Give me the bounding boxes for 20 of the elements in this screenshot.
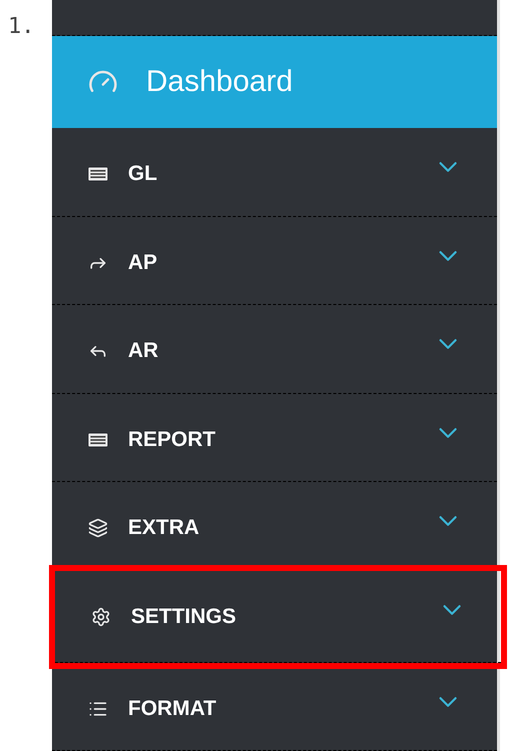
sidebar-item[interactable]: FORMAT <box>52 662 497 751</box>
item-label: AR <box>128 339 158 364</box>
item-label: Dashboard <box>146 70 293 94</box>
sidebar-item[interactable]: SETTINGS <box>55 570 501 663</box>
item-label: REPORT <box>128 428 216 452</box>
settings-icon <box>91 606 111 627</box>
sidebar-item[interactable]: AR <box>52 305 497 394</box>
layers-icon <box>88 518 108 538</box>
item-label: SETTINGS <box>131 604 236 629</box>
item-label: FORMAT <box>128 696 216 721</box>
item-label: GL <box>128 162 158 186</box>
item-label: AP <box>128 250 158 275</box>
list-card-icon <box>88 167 108 182</box>
item-label: EXTRA <box>128 516 200 540</box>
sidebar-item[interactable]: GL <box>52 128 497 217</box>
sidebar-item[interactable]: EXTRA <box>52 482 497 571</box>
list-number: 1. <box>8 14 34 39</box>
list-card-icon <box>88 432 108 447</box>
sidebar-item[interactable]: AP <box>52 216 497 306</box>
sidebar-item[interactable]: REPORT <box>52 394 497 482</box>
